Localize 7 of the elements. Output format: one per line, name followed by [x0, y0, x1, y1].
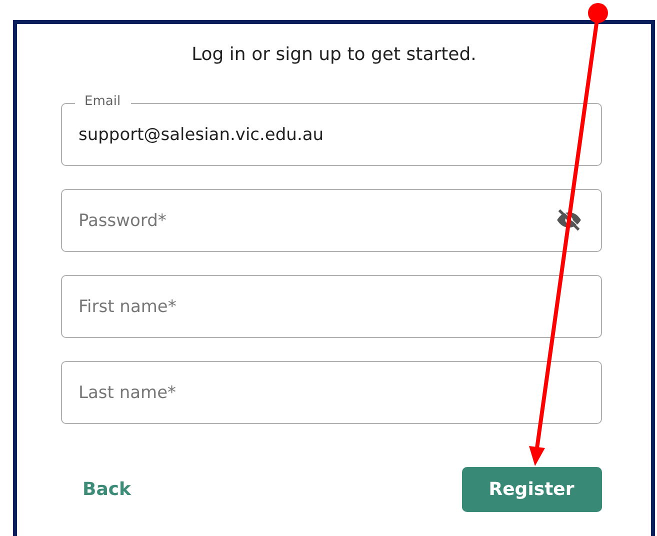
password-field[interactable]: Password* [60, 189, 602, 252]
form-heading: Log in or sign up to get started. [192, 44, 476, 65]
eye-slash-icon[interactable] [556, 209, 582, 231]
register-button[interactable]: Register [462, 467, 602, 512]
text-field[interactable]: First name* [60, 275, 602, 338]
text-field[interactable]: Last name* [60, 361, 602, 424]
back-link[interactable]: Back [60, 469, 154, 510]
